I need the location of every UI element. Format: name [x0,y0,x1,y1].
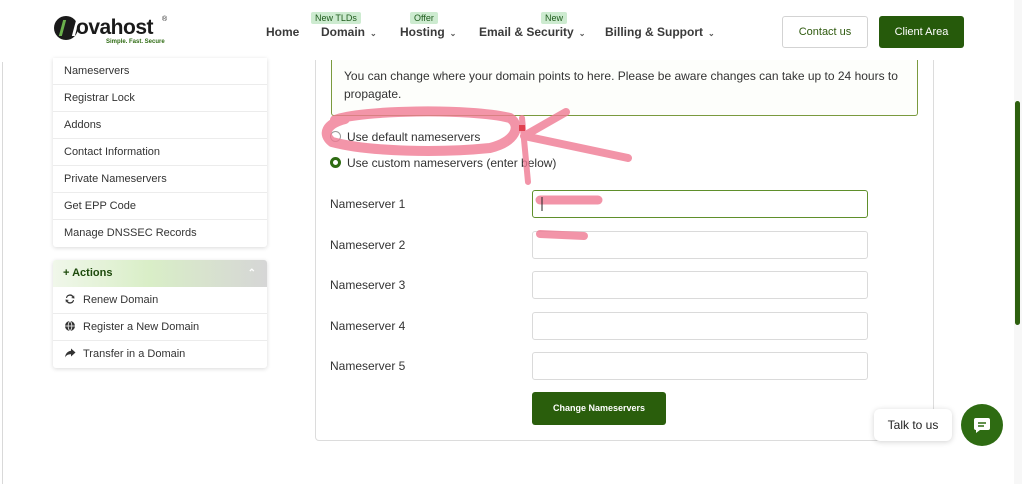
nameserver-4-label: Nameserver 4 [330,319,406,333]
logo-tagline: Simple. Fast. Secure [106,39,165,45]
nav-email-badge: New [541,12,568,24]
nameserver-2-input[interactable] [532,231,868,259]
sidebar-action-renew-domain[interactable]: Renew Domain [53,287,267,314]
nav-email-label: Email & Security [479,25,574,39]
radio-custom-selected[interactable] [330,157,341,168]
logo-mark-icon [54,16,78,40]
contact-us-button[interactable]: Contact us [782,16,868,48]
change-nameservers-button[interactable]: Change Nameservers [532,392,666,425]
refresh-icon [65,294,75,304]
logo-name: ovahost [76,16,154,39]
chevron-down-icon: ⌄ [708,29,715,38]
page-scrollbar-thumb[interactable] [1015,101,1020,325]
sidebar-action-register-domain[interactable]: Register a New Domain [53,314,267,341]
nameserver-3-input[interactable] [532,271,868,299]
client-area-button[interactable]: Client Area [879,16,964,48]
actions-title: Actions [72,267,113,279]
nav-home-label: Home [266,25,300,39]
nameserver-5-input[interactable] [532,352,868,380]
chevron-down-icon: ⌄ [578,29,586,38]
nav-home[interactable]: Home [266,25,299,39]
sidebar-action-transfer-domain[interactable]: Transfer in a Domain [53,341,267,368]
nameserver-5-label: Nameserver 5 [330,359,406,373]
talk-to-us-label[interactable]: Talk to us [874,409,952,441]
nameserver-4-input[interactable] [532,312,868,340]
chevron-down-icon: ⌄ [370,29,377,38]
radio-default[interactable] [330,131,341,142]
nameserver-2-label: Nameserver 2 [330,238,406,252]
nav-domain-badge: New TLDs [311,12,361,24]
nameserver-3-label: Nameserver 3 [330,278,406,292]
share-arrow-icon [65,348,76,358]
nav-hosting-badge: Offer [410,12,438,24]
chat-launcher-button[interactable] [961,404,1003,446]
option-default-nameservers[interactable]: Use default nameservers [330,130,480,144]
option-custom-label: Use custom nameservers (enter below) [347,156,557,170]
chevron-down-icon: ⌄ [449,29,457,38]
register-domain-label: Register a New Domain [83,321,200,333]
nav-hosting[interactable]: Hosting ⌄ [400,25,456,39]
sidebar-item-nameservers[interactable]: Nameservers [53,58,267,85]
nav-billing-label: Billing & Support [605,25,703,39]
sidebar-item-get-epp-code[interactable]: Get EPP Code [53,193,267,220]
sidebar-item-private-nameservers[interactable]: Private Nameservers [53,166,267,193]
nav-domain-label: Domain [321,25,366,39]
actions-panel-header[interactable]: + Actions ⌃ [53,260,267,287]
sidebar-item-addons[interactable]: Addons [53,112,267,139]
nav-hosting-label: Hosting [400,25,445,39]
site-header: ovahost ® Simple. Fast. Secure Home New … [0,0,1024,62]
nav-domain[interactable]: Domain ⌄ [321,25,377,39]
nav-email-security[interactable]: Email & Security ⌄ [479,25,585,39]
logo-registered-mark: ® [162,16,168,23]
actions-plus: + [63,267,70,279]
sidebar-manage-card: Nameservers Registrar Lock Addons Contac… [53,58,267,247]
option-custom-nameservers[interactable]: Use custom nameservers (enter below) [330,156,556,170]
sidebar-item-manage-dnssec[interactable]: Manage DNSSEC Records [53,220,267,247]
brand-logo[interactable]: ovahost ® Simple. Fast. Secure [54,16,168,48]
nameserver-1-label: Nameserver 1 [330,197,406,211]
chat-bubble-icon [974,418,990,433]
nav-billing-support[interactable]: Billing & Support ⌄ [605,25,715,39]
nameserver-1-input[interactable] [532,190,868,218]
globe-icon [65,320,75,332]
sidebar-item-registrar-lock[interactable]: Registrar Lock [53,85,267,112]
renew-domain-label: Renew Domain [83,294,159,306]
info-alert: You can change where your domain points … [331,60,918,116]
chevron-up-icon: ⌃ [247,268,256,279]
sidebar-actions-card: + Actions ⌃ Renew Domain Register a New … [53,260,267,368]
option-default-label: Use default nameservers [347,130,481,144]
transfer-domain-label: Transfer in a Domain [83,348,186,360]
sidebar-item-contact-information[interactable]: Contact Information [53,139,267,166]
